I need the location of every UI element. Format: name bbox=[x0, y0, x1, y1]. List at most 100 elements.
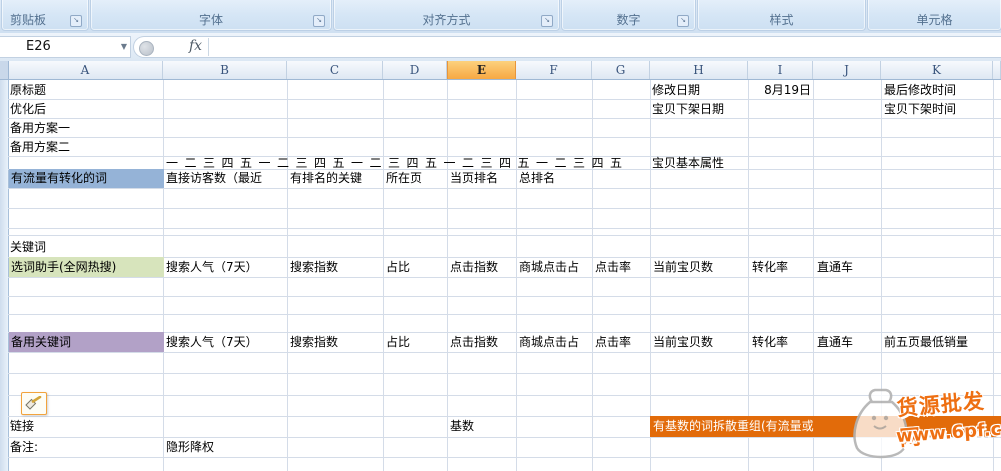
cell-f15[interactable]: 商城点击占 bbox=[519, 332, 591, 352]
cell-e15[interactable]: 点击指数 bbox=[450, 332, 514, 352]
cell-h19-highlight-orange[interactable]: 有基数的词拆散重组(有流量或 bbox=[650, 416, 1001, 437]
column-header-a[interactable]: A bbox=[8, 61, 163, 79]
ribbon-group-clipboard: 剪贴板 bbox=[1, 0, 89, 31]
cell-c15[interactable]: 搜索指数 bbox=[290, 332, 382, 352]
name-box[interactable]: E26 bbox=[0, 36, 131, 58]
gridline bbox=[8, 457, 1001, 458]
formula-bar-circle-icon bbox=[139, 41, 154, 56]
cell-k1[interactable]: 最后修改时间 bbox=[884, 82, 991, 99]
cell-f11[interactable]: 商城点击占 bbox=[519, 257, 591, 277]
cell-h5[interactable]: 宝贝基本属性 bbox=[652, 156, 746, 169]
cell-e6[interactable]: 当页排名 bbox=[450, 169, 514, 188]
formula-bar-pill: fx bbox=[133, 36, 1001, 58]
cell-h2[interactable]: 宝贝下架日期 bbox=[652, 101, 746, 118]
cell-b5[interactable]: 一二三四五一二三四五一二三四五一二三四五一二三四五 bbox=[166, 156, 648, 169]
cell-b20[interactable]: 隐形降权 bbox=[166, 437, 285, 457]
column-header-b[interactable]: B bbox=[163, 61, 287, 79]
insert-function-icon[interactable]: fx bbox=[189, 38, 202, 54]
cell-h11[interactable]: 当前宝贝数 bbox=[653, 257, 746, 277]
gridline bbox=[8, 99, 1001, 100]
gridline bbox=[8, 118, 1001, 119]
gridline bbox=[8, 208, 1001, 209]
cell-b15[interactable]: 搜索人气（7天） bbox=[166, 332, 285, 352]
column-header-k[interactable]: K bbox=[881, 61, 993, 79]
divider bbox=[208, 38, 209, 56]
column-header-j[interactable]: J bbox=[813, 61, 881, 79]
cell-b11[interactable]: 搜索人气（7天） bbox=[166, 257, 285, 277]
cell-a11-highlight-green[interactable]: 选词助手(全网热搜) bbox=[9, 257, 164, 277]
column-header-h[interactable]: H bbox=[650, 61, 748, 79]
cell-f6[interactable]: 总排名 bbox=[519, 169, 590, 188]
ribbon-group-font: 字体 bbox=[90, 0, 332, 31]
cell-j11[interactable]: 直通车 bbox=[817, 257, 879, 277]
formula-input[interactable] bbox=[210, 37, 1001, 57]
cell-k2[interactable]: 宝贝下架时间 bbox=[884, 101, 991, 118]
gridline bbox=[287, 80, 288, 471]
cell-e19[interactable]: 基数 bbox=[450, 416, 514, 437]
cell-k15[interactable]: 前五页最低销量 bbox=[884, 332, 992, 352]
gridline bbox=[8, 137, 1001, 138]
column-header-f[interactable]: F bbox=[516, 61, 592, 79]
spreadsheet-grid[interactable]: 原标题 修改日期 8月19日 最后修改时间 优化后 宝贝下架日期 宝贝下架时间 … bbox=[0, 80, 1001, 471]
dialog-launcher-icon[interactable] bbox=[541, 15, 553, 27]
cell-i11[interactable]: 转化率 bbox=[752, 257, 811, 277]
cell-d15[interactable]: 占比 bbox=[386, 332, 446, 352]
dialog-launcher-icon[interactable] bbox=[313, 15, 325, 27]
column-header-d[interactable]: D bbox=[383, 61, 447, 79]
gridline bbox=[748, 80, 749, 471]
column-header-c[interactable]: C bbox=[287, 61, 383, 79]
cell-b6[interactable]: 直接访客数（最近 bbox=[166, 169, 286, 188]
cell-g11[interactable]: 点击率 bbox=[595, 257, 648, 277]
gridline bbox=[8, 188, 1001, 189]
gridline bbox=[383, 80, 384, 471]
gridline bbox=[813, 80, 814, 471]
cell-c11[interactable]: 搜索指数 bbox=[290, 257, 382, 277]
cell-reference: E26 bbox=[26, 39, 51, 54]
gridline bbox=[592, 80, 593, 471]
gridline bbox=[447, 80, 448, 471]
ribbon: 表格格式 样式 剪贴板 字体 对齐方式 数字 样式 单元格 bbox=[0, 0, 1001, 34]
column-header-g[interactable]: G bbox=[592, 61, 650, 79]
cell-i15[interactable]: 转化率 bbox=[752, 332, 811, 352]
gridline bbox=[516, 80, 517, 471]
row-header-strip[interactable] bbox=[0, 80, 9, 471]
gridline bbox=[8, 373, 1001, 374]
excel-window: 表格格式 样式 剪贴板 字体 对齐方式 数字 样式 单元格 E26 bbox=[0, 0, 1001, 471]
cell-a19[interactable]: 链接 bbox=[10, 416, 161, 437]
dialog-launcher-icon[interactable] bbox=[677, 15, 689, 27]
format-painter-button[interactable] bbox=[21, 392, 47, 415]
cell-j15[interactable]: 直通车 bbox=[817, 332, 879, 352]
cell-c6[interactable]: 有排名的关键 bbox=[290, 169, 382, 188]
cell-a20[interactable]: 备注: bbox=[10, 437, 161, 457]
column-header-e-selected[interactable]: E bbox=[447, 61, 516, 79]
cell-h1[interactable]: 修改日期 bbox=[652, 82, 746, 99]
column-header-partial[interactable] bbox=[993, 61, 1001, 79]
cell-i1[interactable]: 8月19日 bbox=[748, 82, 811, 99]
cell-a6-highlight-blue[interactable]: 有流量有转化的词 bbox=[9, 169, 164, 188]
ribbon-group-cells: 单元格 bbox=[867, 0, 1001, 31]
cell-a10[interactable]: 关键词 bbox=[10, 235, 161, 257]
cell-d6[interactable]: 所在页 bbox=[386, 169, 446, 188]
cell-a2[interactable]: 优化后 bbox=[10, 101, 161, 118]
ribbon-group-alignment: 对齐方式 bbox=[333, 0, 560, 31]
cell-g15[interactable]: 点击率 bbox=[595, 332, 648, 352]
group-label: 数字 bbox=[562, 11, 695, 28]
cell-e11[interactable]: 点击指数 bbox=[450, 257, 514, 277]
cell-a1[interactable]: 原标题 bbox=[10, 82, 161, 99]
cell-a15-highlight-purple[interactable]: 备用关键词 bbox=[9, 332, 164, 352]
column-header-row: A B C D E F G H I J K bbox=[0, 61, 1001, 80]
chevron-down-icon[interactable] bbox=[121, 42, 127, 51]
cell-h15[interactable]: 当前宝贝数 bbox=[653, 332, 746, 352]
gridline bbox=[8, 228, 1001, 229]
column-header-i[interactable]: I bbox=[748, 61, 813, 79]
gridline bbox=[8, 277, 1001, 278]
gridline bbox=[8, 296, 1001, 297]
dialog-launcher-icon[interactable] bbox=[70, 15, 82, 27]
gridline bbox=[8, 314, 1001, 315]
gridline bbox=[8, 352, 1001, 353]
cell-a4[interactable]: 备用方案二 bbox=[10, 139, 161, 156]
group-label: 单元格 bbox=[868, 11, 1001, 28]
cell-a3[interactable]: 备用方案一 bbox=[10, 120, 161, 137]
group-label: 对齐方式 bbox=[334, 11, 559, 28]
cell-d11[interactable]: 占比 bbox=[386, 257, 446, 277]
